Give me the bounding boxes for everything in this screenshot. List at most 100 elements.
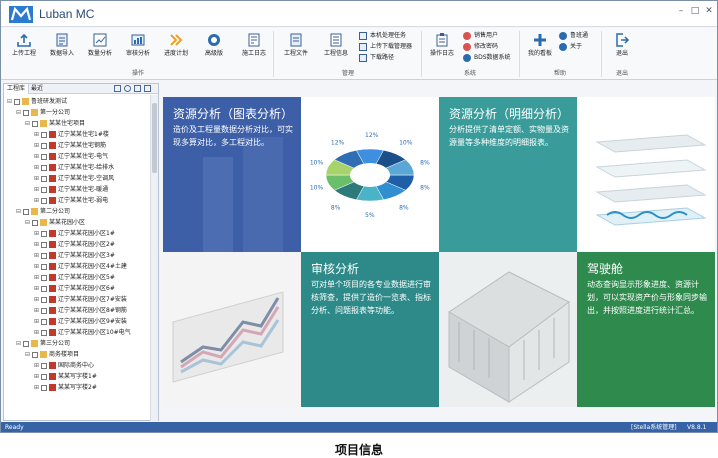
- schedule-plan-button[interactable]: 进度计划: [159, 30, 193, 66]
- tree-checkbox[interactable]: [41, 186, 47, 193]
- tree-checkbox[interactable]: [41, 153, 47, 160]
- tree-checkbox[interactable]: [32, 120, 38, 127]
- tree-checkbox[interactable]: [41, 285, 47, 292]
- scrollbar-thumb[interactable]: [152, 103, 157, 173]
- tree-checkbox[interactable]: [41, 296, 47, 303]
- expander-icon[interactable]: ⊞: [34, 151, 41, 162]
- tree-checkbox[interactable]: [41, 175, 47, 182]
- expander-icon[interactable]: ⊟: [25, 118, 32, 129]
- expander-icon[interactable]: ⊞: [34, 371, 41, 382]
- tree-checkbox[interactable]: [41, 241, 47, 248]
- tree-checkbox[interactable]: [41, 329, 47, 336]
- tree-row[interactable]: ⊞ 辽宁某某住宅-电气: [34, 151, 108, 162]
- tree-row[interactable]: ⊞ 辽宁某某住宅钢筋: [34, 140, 106, 151]
- expander-icon[interactable]: ⊞: [34, 173, 41, 184]
- tree-checkbox[interactable]: [41, 362, 47, 369]
- refresh-icon[interactable]: [124, 85, 131, 92]
- tile-cockpit[interactable]: 驾驶舱 动态查询显示形象进度、资源计划，可以实现资产价与形象同步输出，并按照进度…: [577, 252, 715, 407]
- expander-icon[interactable]: ⊞: [34, 283, 41, 294]
- tree-checkbox[interactable]: [23, 340, 29, 347]
- tree-checkbox[interactable]: [23, 208, 29, 215]
- tree-row[interactable]: ⊞ 辽宁某某花园小区2#: [34, 239, 115, 250]
- advanced-edition-button[interactable]: 高级版: [197, 30, 231, 66]
- audit-analysis-button[interactable]: 审核分析: [121, 30, 155, 66]
- tree-row[interactable]: ⊞ 辽宁某某住宅-空调风: [34, 173, 114, 184]
- expand-icon[interactable]: [134, 85, 141, 92]
- tree-checkbox[interactable]: [41, 131, 47, 138]
- tab-recent[interactable]: 最近: [28, 84, 46, 94]
- tree-row[interactable]: ⊞ 辽宁某某花园小区5#: [34, 272, 115, 283]
- tree-row[interactable]: ⊞ 辽宁某某花园小区3#: [34, 250, 115, 261]
- tree-row[interactable]: ⊞ 辽宁某某花园小区8#钢筋: [34, 305, 127, 316]
- expander-icon[interactable]: ⊟: [7, 96, 14, 107]
- tree-row[interactable]: ⊞ 辽宁某某花园小区9#安装: [34, 316, 127, 327]
- tab-project-library[interactable]: 工程库: [4, 84, 30, 94]
- tree-row[interactable]: ⊞ 某某写字楼1#: [34, 371, 97, 382]
- tree-checkbox[interactable]: [41, 197, 47, 204]
- expander-icon[interactable]: ⊞: [34, 250, 41, 261]
- sales-user-button[interactable]: 销售用户: [463, 31, 498, 41]
- tree-scrollbar[interactable]: [150, 95, 158, 421]
- about-button[interactable]: 关于: [559, 42, 582, 52]
- tree-row[interactable]: ⊞ 辽宁某某住宅1#楼: [34, 129, 109, 140]
- tree-checkbox[interactable]: [32, 351, 38, 358]
- tree-checkbox[interactable]: [23, 109, 29, 116]
- expander-icon[interactable]: ⊞: [34, 272, 41, 283]
- tree-checkbox[interactable]: [41, 230, 47, 237]
- tree-row[interactable]: ⊟ 鲁班研发测试: [7, 96, 67, 107]
- tree-row[interactable]: ⊞ 辽宁某某花园小区1#: [34, 228, 115, 239]
- my-board-button[interactable]: 我的看板: [523, 30, 557, 66]
- tree-row[interactable]: ⊟ 某某花园小区: [25, 217, 85, 228]
- tree-row[interactable]: ⊞ 辽宁某某住宅-弱电: [34, 195, 108, 206]
- expander-icon[interactable]: ⊞: [34, 162, 41, 173]
- expander-icon[interactable]: ⊞: [34, 228, 41, 239]
- tree-checkbox[interactable]: [41, 318, 47, 325]
- expander-icon[interactable]: ⊞: [34, 294, 41, 305]
- tree-checkbox[interactable]: [14, 98, 20, 105]
- expander-icon[interactable]: ⊟: [25, 349, 32, 360]
- tree-checkbox[interactable]: [41, 274, 47, 281]
- expander-icon[interactable]: ⊞: [34, 316, 41, 327]
- tree-row[interactable]: ⊞ 辽宁某某住宅-暖通: [34, 184, 108, 195]
- expander-icon[interactable]: ⊞: [34, 140, 41, 151]
- expander-icon[interactable]: ⊞: [34, 305, 41, 316]
- expander-icon[interactable]: ⊟: [16, 338, 23, 349]
- tile-resource-detail[interactable]: 资源分析（明细分析） 分析提供了清单定额、实物量及资源量等多种维度的明细报表。: [439, 97, 577, 252]
- luban-tong-button[interactable]: 鲁班通: [559, 31, 588, 41]
- close-button[interactable]: ✕: [701, 4, 717, 18]
- settings-icon[interactable]: [144, 85, 151, 92]
- change-password-button[interactable]: 修改密码: [463, 42, 498, 52]
- tree-row[interactable]: ⊞ 国际商务中心: [34, 360, 94, 371]
- tree-checkbox[interactable]: [41, 142, 47, 149]
- local-task-button[interactable]: 本机处理任务: [359, 31, 406, 41]
- quantity-analysis-button[interactable]: 数量分析: [83, 30, 117, 66]
- tree-row[interactable]: ⊞ 辽宁某某住宅-给排水: [34, 162, 114, 173]
- tree-row[interactable]: ⊞ 辽宁某某花园小区6#: [34, 283, 115, 294]
- download-path-button[interactable]: 下载路径: [359, 53, 394, 63]
- tree-row[interactable]: ⊟ 第三分公司: [16, 338, 70, 349]
- expander-icon[interactable]: ⊞: [34, 239, 41, 250]
- project-info-button[interactable]: 工程信息: [319, 30, 353, 66]
- transfer-manager-button[interactable]: 上传下载管理器: [359, 42, 412, 52]
- tree-row[interactable]: ⊞ 辽宁某某花园小区10#电气: [34, 327, 131, 338]
- operation-log-button[interactable]: 操作日志: [425, 30, 459, 66]
- expander-icon[interactable]: ⊞: [34, 184, 41, 195]
- expander-icon[interactable]: ⊞: [34, 327, 41, 338]
- expander-icon[interactable]: ⊞: [34, 195, 41, 206]
- tree-checkbox[interactable]: [41, 164, 47, 171]
- collapse-icon[interactable]: [114, 85, 121, 92]
- tile-audit-analysis[interactable]: 审核分析 可对单个项目的各专业数据进行审核筛查，提供了造价一览表、指标分析、问题…: [301, 252, 439, 407]
- tree-row[interactable]: ⊟ 第二分公司: [16, 206, 70, 217]
- tree-checkbox[interactable]: [41, 307, 47, 314]
- expander-icon[interactable]: ⊞: [34, 360, 41, 371]
- tree-checkbox[interactable]: [41, 384, 47, 391]
- tree-row[interactable]: ⊞ 某某写字楼2#: [34, 382, 97, 393]
- expander-icon[interactable]: ⊟: [16, 107, 23, 118]
- tree-checkbox[interactable]: [41, 252, 47, 259]
- expander-icon[interactable]: ⊟: [16, 206, 23, 217]
- upload-project-button[interactable]: 上传工程: [7, 30, 41, 66]
- tile-resource-chart[interactable]: 资源分析（图表分析） 造价及工程量数据分析对比，可实现多算对比，多工程对比。: [163, 97, 301, 252]
- tree-checkbox[interactable]: [32, 219, 38, 226]
- data-import-button[interactable]: 数据导入: [45, 30, 79, 66]
- tree-checkbox[interactable]: [41, 263, 47, 270]
